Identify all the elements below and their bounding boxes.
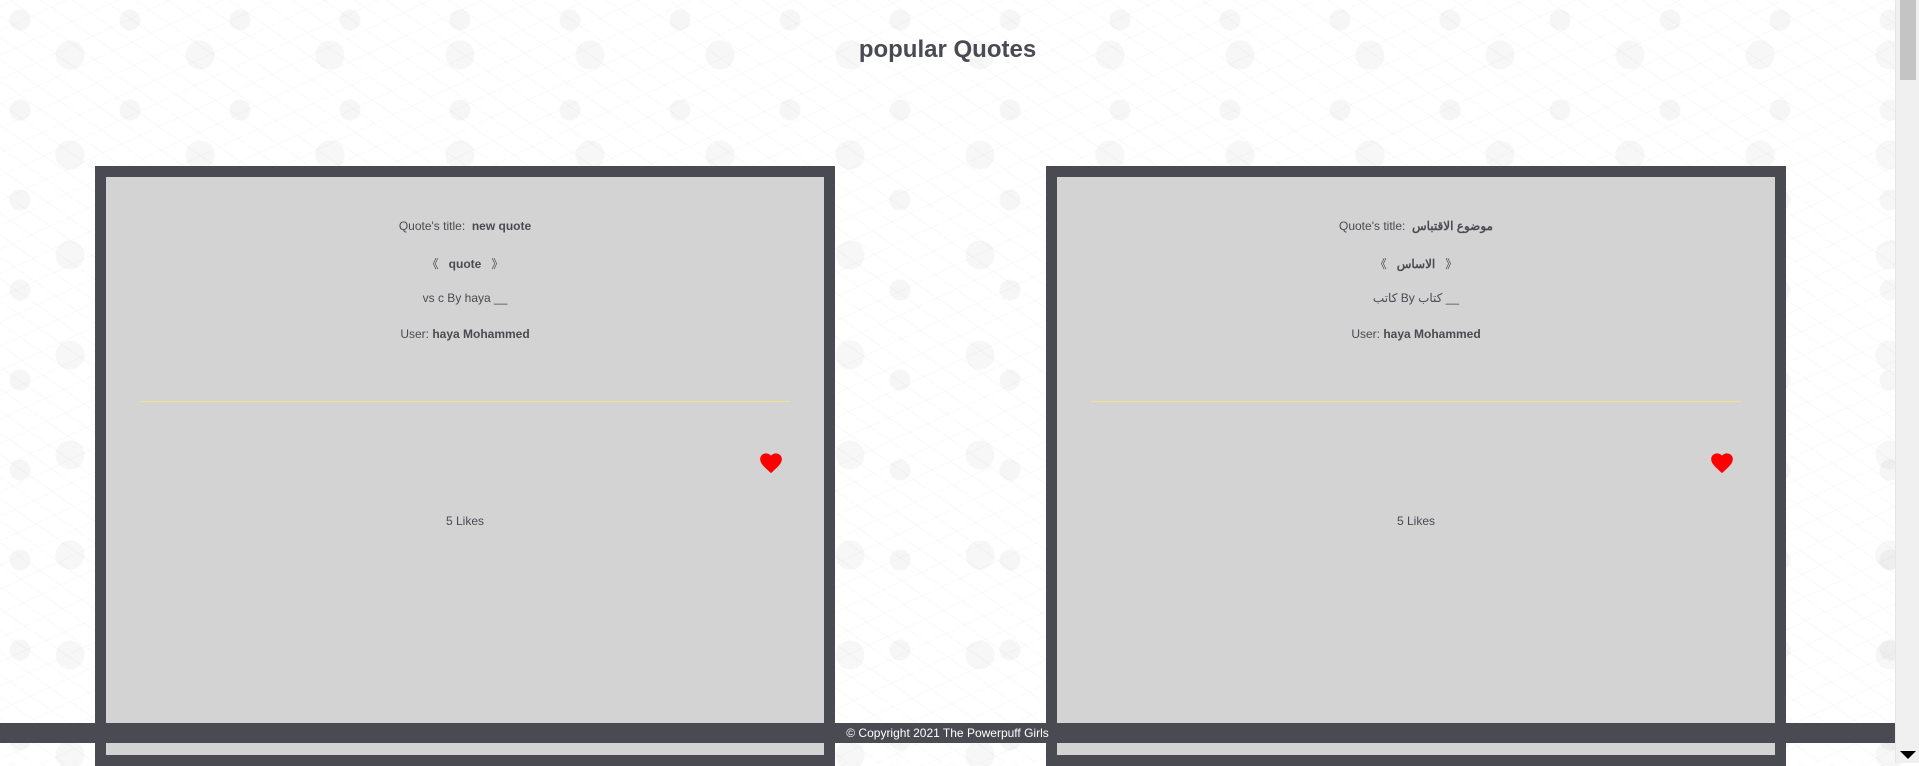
likes-count: 5 Likes [1396,514,1436,528]
quote-text-row: 《 quote 》 [106,255,824,272]
page-title: popular Quotes [858,36,1037,63]
vertical-scrollbar[interactable] [1895,0,1919,763]
quote-title-label: Quote's title: [1339,219,1406,233]
divider [140,401,790,402]
quote-user-label: User: [1351,327,1380,341]
quote-user-value: haya Mohammed [432,327,530,341]
quote-title-label: Quote's title: [398,219,466,233]
scroll-down-arrow-icon[interactable] [1900,751,1916,759]
quote-user-row: User: haya Mohammed [106,327,824,341]
likes-count: 5 Likes [445,514,485,528]
quote-text: quote [448,257,482,271]
quote-title-row: Quote's title: new quote [106,219,824,233]
quote-open-bracket: 《 [1374,257,1387,271]
quote-user-row: User: haya Mohammed [1057,327,1775,341]
quote-author: كاتب By كتاب __ [1372,291,1460,305]
quote-close-bracket: 》 [1445,257,1458,271]
divider [1091,401,1741,402]
footer: © Copyright 2021 The Powerpuff Girls [0,723,1895,743]
heart-icon[interactable] [758,450,784,474]
quote-text-row: 《 الاساس 》 [1057,255,1775,272]
scrollbar-thumb[interactable] [1900,0,1916,80]
quote-open-bracket: 《 [426,257,439,271]
quote-author: vs c By haya __ [422,291,508,305]
quote-user-label: User: [400,327,429,341]
quote-title-value: new quote [471,219,532,233]
quote-title-value: موضوع الاقتباس [1412,219,1493,233]
quote-user-value: haya Mohammed [1383,327,1481,341]
quote-card: Quote's title: new quote 《 quote 》 vs c … [95,166,835,766]
copyright-text: © Copyright 2021 The Powerpuff Girls [846,726,1049,740]
page: popular Quotes Quote's title: new quote … [0,0,1895,766]
heart-icon[interactable] [1709,450,1735,474]
quote-card: Quote's title: موضوع الاقتباس 《 الاساس 》… [1046,166,1786,766]
quote-text: الاساس [1396,257,1436,271]
quote-close-bracket: 》 [491,257,504,271]
quote-title-row: Quote's title: موضوع الاقتباس [1057,219,1775,233]
